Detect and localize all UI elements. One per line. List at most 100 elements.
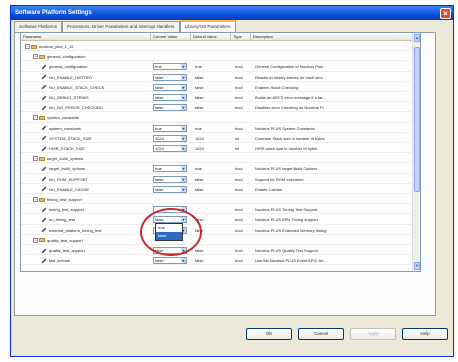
current-value-select[interactable]: true ▾ <box>153 63 187 71</box>
table-row[interactable]: SYSTEM_STACK_SIZE 1024 ▾ 1024 int Common Stac… <box>21 134 413 144</box>
table-row[interactable]: system_constants true ▾ true bool Nucleus PLU… <box>21 124 413 133</box>
current-value-select[interactable]: false ▾ <box>153 104 187 112</box>
table-row[interactable]: − timing_test_support <box>21 195 413 205</box>
chevron-down-icon[interactable]: ▾ <box>181 258 186 264</box>
parameter-name: NU_ENABLE_STACK_CHECK <box>49 84 105 90</box>
default-value <box>193 113 231 122</box>
tab-library-os-parameters[interactable]: Library/OS Parameters <box>179 20 236 32</box>
table-row[interactable]: − nucleus_plus_1_15 <box>21 42 413 52</box>
parameter-grid: Parameter Current Value Default Value Ty… <box>20 32 421 272</box>
column-header-type[interactable]: Type <box>231 33 251 41</box>
table-row[interactable]: external_platform_timing_testfalse▾false… <box>21 226 413 235</box>
default-value: false <box>195 105 204 111</box>
scroll-down-icon[interactable]: ▼ <box>414 262 420 270</box>
tab-processors-drivers[interactable]: Processors, Driver Parameters and Interr… <box>62 21 180 32</box>
collapse-icon[interactable]: − <box>33 54 38 60</box>
parameter-name: quality_test_support <box>49 248 85 253</box>
description <box>253 52 411 61</box>
column-header-description[interactable]: Description <box>251 33 413 41</box>
chevron-down-icon[interactable]: ▾ <box>181 125 186 131</box>
chevron-down-icon[interactable]: ▾ <box>181 146 186 151</box>
type-value: int <box>235 146 240 151</box>
column-header-current-value[interactable]: Current Value <box>151 33 191 41</box>
table-row[interactable]: − quality_test_support <box>21 236 413 246</box>
default-value: false <box>195 186 204 192</box>
table-row[interactable]: fast_license false ▾ false bool Use the Nucle… <box>21 256 413 266</box>
current-value-select[interactable]: false ▾ <box>153 185 187 193</box>
folder-icon <box>39 115 45 120</box>
collapse-icon[interactable]: − <box>33 237 38 243</box>
table-row[interactable]: NU_ENABLE_CACHE false ▾ false bool Enable Cac… <box>21 185 413 195</box>
cancel-button[interactable]: Cancel <box>298 328 344 340</box>
collapse-icon[interactable]: − <box>25 44 30 49</box>
folder-icon <box>39 54 45 59</box>
table-row[interactable]: target_build_options true ▾ true bool Nucleus… <box>21 164 413 174</box>
table-row[interactable]: NU_DEBUG_STRING false ▾ false bool Builds an … <box>21 93 413 103</box>
chevron-down-icon[interactable]: ▾ <box>181 105 186 111</box>
parameter-name-cell: NU_NO_ERROR_CHECKING <box>39 103 151 112</box>
pencil-icon <box>41 105 47 111</box>
current-value-select[interactable]: false ▾ <box>153 73 187 81</box>
chevron-down-icon[interactable]: ▾ <box>181 135 186 141</box>
type-value: int <box>235 135 240 141</box>
chevron-down-icon[interactable]: ▾ <box>181 84 186 90</box>
current-value-select[interactable]: 1024 ▾ <box>153 145 187 152</box>
current-value-select[interactable]: 1024 ▾ <box>153 134 187 142</box>
collapse-icon[interactable]: − <box>33 115 38 121</box>
apply-button[interactable]: Apply <box>350 328 396 340</box>
parameter-name: fast_license <box>49 258 71 264</box>
table-row[interactable]: NU_NO_ERROR_CHECKING false ▾ false bool Disab… <box>21 103 413 113</box>
table-row[interactable]: timing_test_support ▾ bool Nucleus PLUS Tim… <box>21 205 413 215</box>
ok-button[interactable]: OK <box>246 328 292 340</box>
description: Nucleus PLUS Quality Test Support <box>255 248 319 253</box>
current-value-select[interactable]: false ▾ <box>153 94 187 101</box>
current-value-select[interactable]: false ▾ <box>153 257 187 265</box>
table-row[interactable]: nu_timing_test false ▾ false bool Nucleus PLU… <box>21 215 413 225</box>
collapse-icon[interactable]: − <box>33 197 38 202</box>
scroll-thumb[interactable] <box>414 47 420 192</box>
chevron-down-icon[interactable]: ▾ <box>181 95 186 100</box>
table-row[interactable]: NU_ENABLE_STACK_CHECK false ▾ false bool Enab… <box>21 83 413 93</box>
current-value: true <box>155 64 162 70</box>
current-value: false <box>155 176 164 182</box>
current-value-select[interactable]: true ▾ <box>153 124 187 132</box>
current-value-select[interactable]: false ▾ <box>153 175 187 183</box>
table-row[interactable]: quality_test_support false ▾ false bool Nucle… <box>21 246 413 256</box>
folder-icon <box>39 238 45 243</box>
column-header-parameter[interactable]: Parameter <box>21 33 151 41</box>
default-value: 1024 <box>195 146 204 151</box>
chevron-down-icon[interactable]: ▾ <box>181 186 186 192</box>
help-button[interactable]: Help <box>402 328 448 340</box>
chevron-down-icon[interactable]: ▾ <box>181 74 186 80</box>
vertical-scrollbar[interactable]: ▲ ▼ <box>412 33 420 271</box>
current-value-select[interactable]: true ▾ <box>153 165 187 173</box>
pencil-icon <box>41 258 47 264</box>
parameter-name: external_platform_timing_test <box>49 227 102 233</box>
parameter-name-cell: NU_ENABLE_STACK_CHECK <box>39 83 151 92</box>
table-row[interactable]: − target_build_options <box>21 154 413 164</box>
type-value: bool <box>235 125 243 131</box>
table-row[interactable]: HISR_STACK_SIZE 1024 ▾ 1024 int HISR stack si… <box>21 144 413 154</box>
title-bar[interactable]: Software Platform Settings × <box>11 6 453 20</box>
parameter-name-cell: target_build_options <box>39 164 151 173</box>
current-value-select[interactable]: false ▾ <box>153 83 187 91</box>
chevron-down-icon[interactable]: ▾ <box>181 176 186 182</box>
collapse-icon[interactable]: − <box>33 156 38 162</box>
folder-icon <box>39 197 45 202</box>
tab-software-platforms[interactable]: Software Platforms <box>14 21 63 32</box>
column-header-default-value[interactable]: Default Value <box>191 33 231 41</box>
description <box>253 154 411 163</box>
parameter-name-cell: NU_DEBUG_STRING <box>39 93 151 102</box>
chevron-down-icon[interactable]: ▾ <box>181 166 186 172</box>
folder-icon <box>39 156 45 161</box>
parameter-name-cell: − general_configuration <box>31 52 151 61</box>
table-row[interactable]: NU_ENABLE_HISTORY false ▾ false bool Results … <box>21 73 413 82</box>
description <box>253 195 411 204</box>
table-row[interactable]: − system_constants <box>21 113 413 123</box>
scroll-up-icon[interactable]: ▲ <box>414 34 420 42</box>
table-row[interactable]: general_configuration true ▾ true bool Genera… <box>21 62 413 72</box>
table-row[interactable]: NU_ROM_SUPPORT false ▾ false bool Support for… <box>21 175 413 184</box>
chevron-down-icon[interactable]: ▾ <box>181 64 186 70</box>
table-row[interactable]: − general_configuration <box>21 52 413 62</box>
close-icon[interactable]: × <box>440 7 451 19</box>
